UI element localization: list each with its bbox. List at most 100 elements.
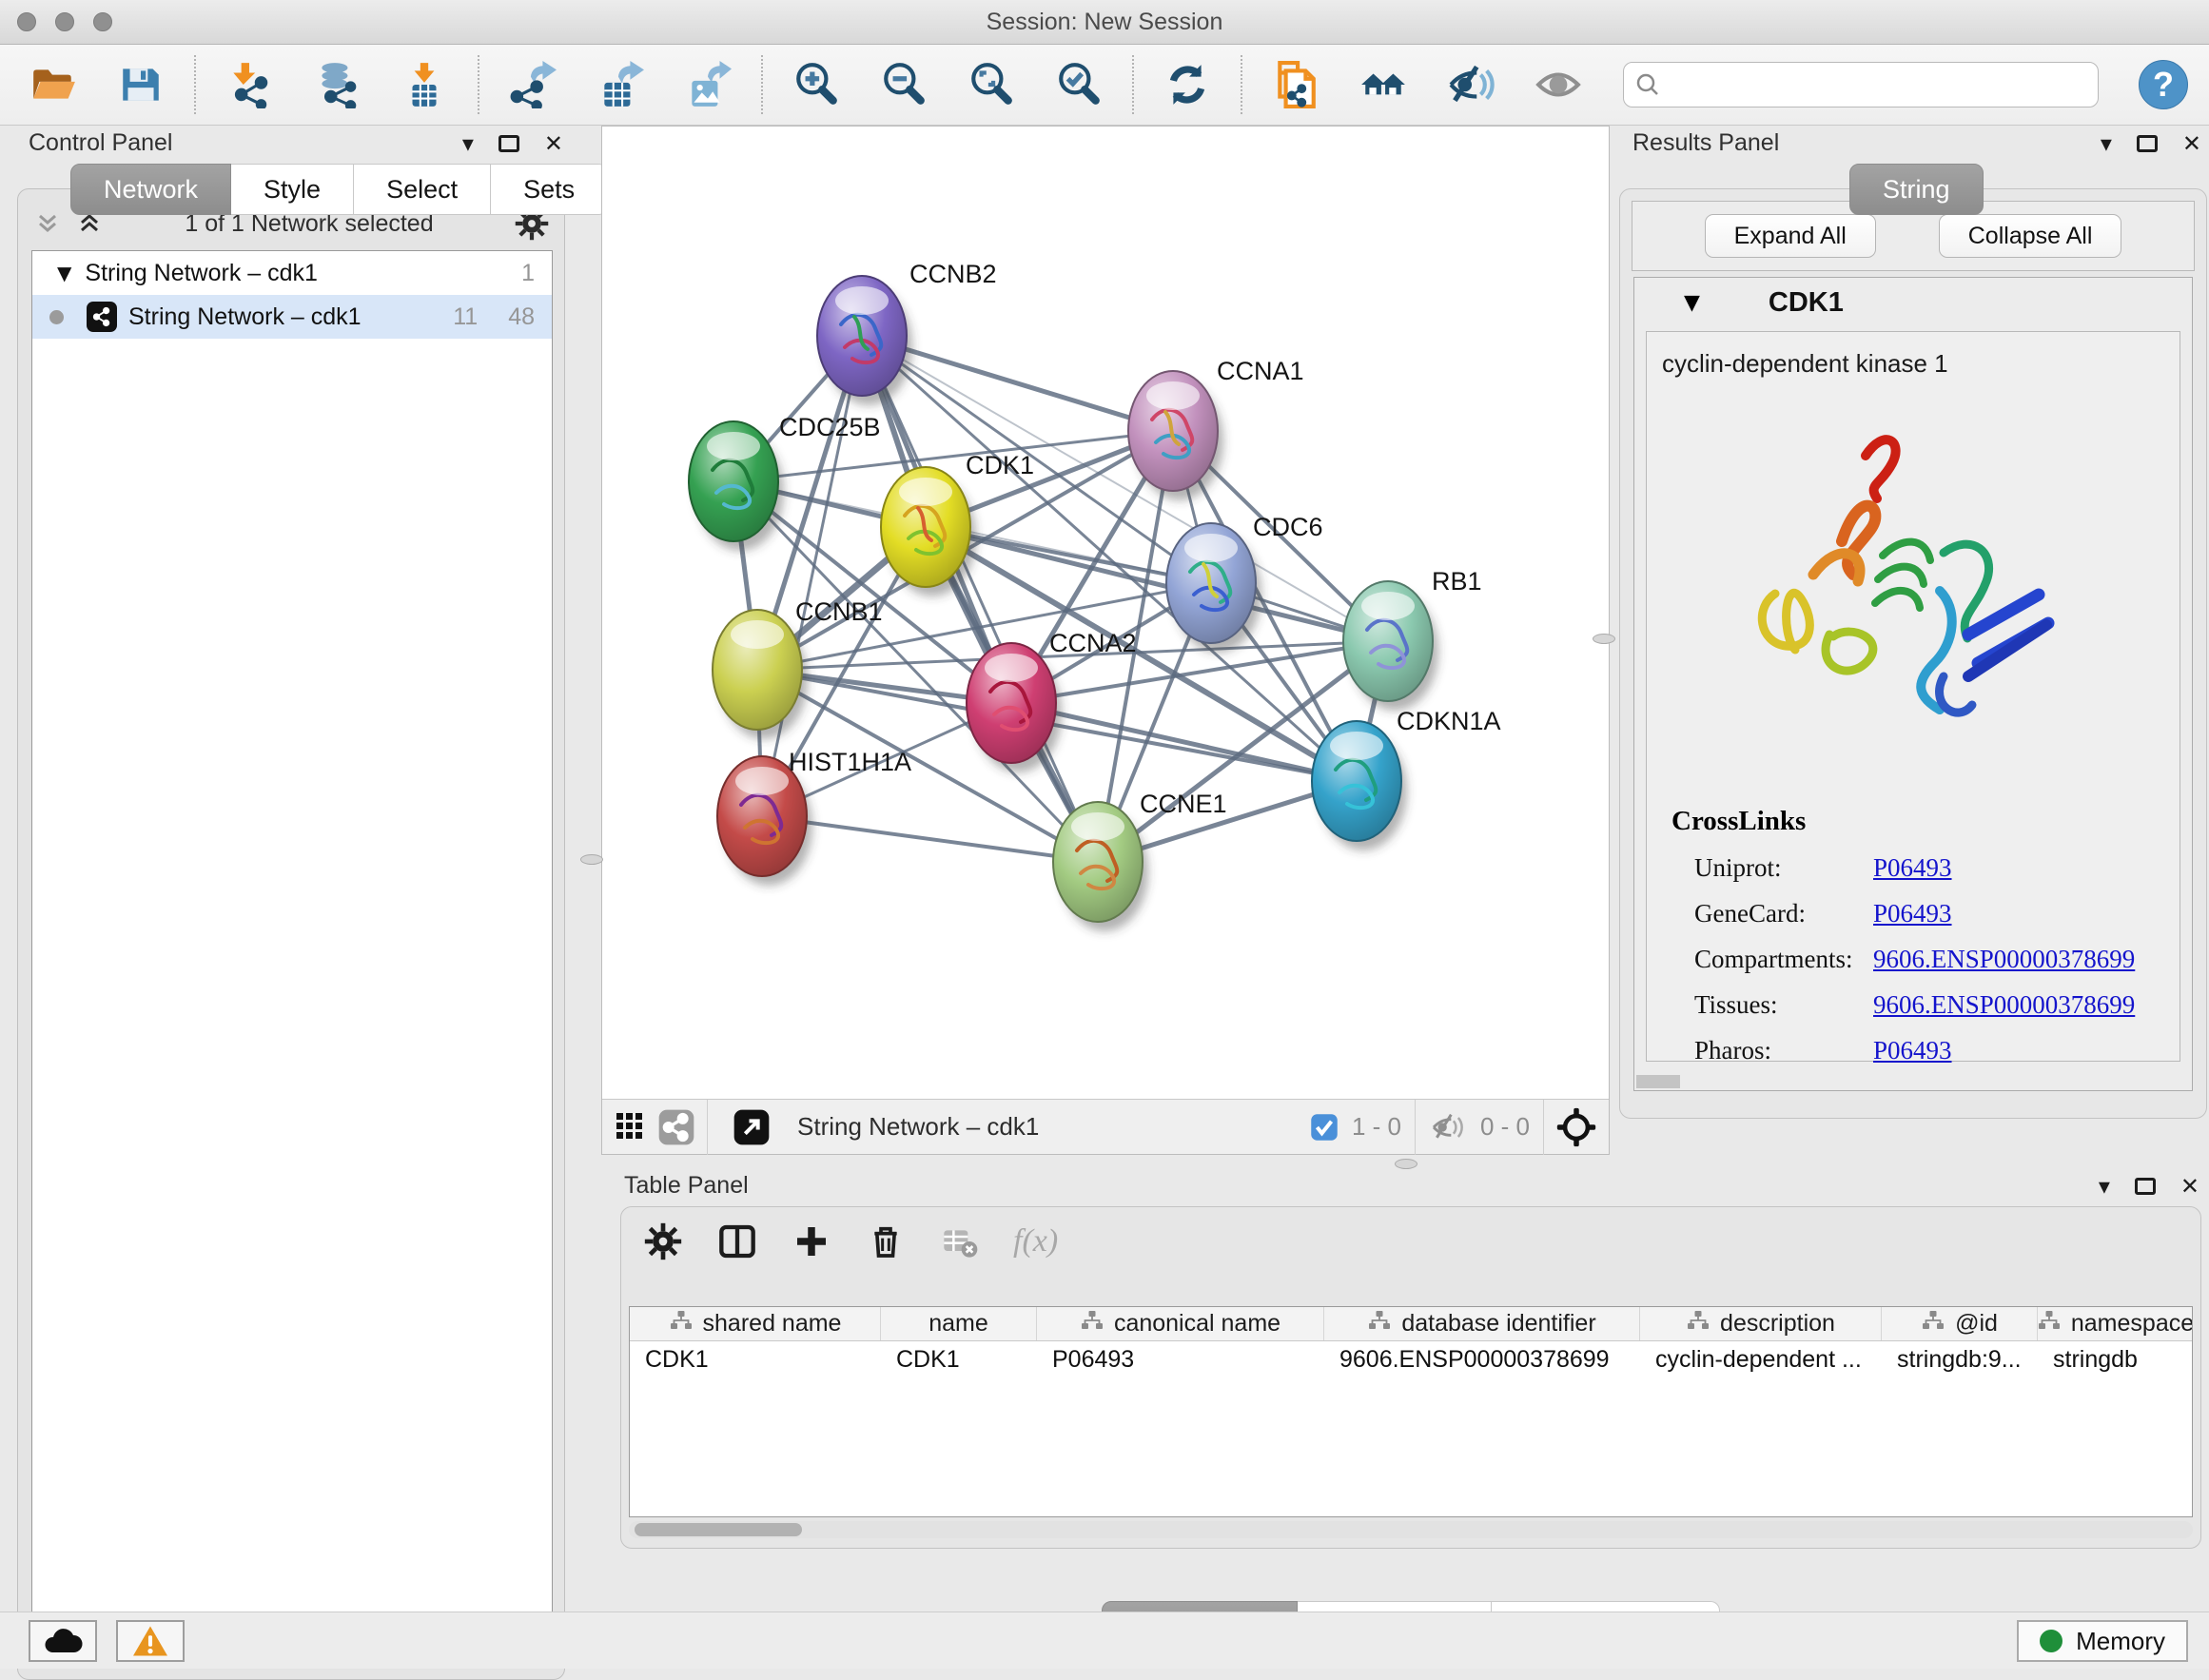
table-cell[interactable]: stringdb:9... xyxy=(1882,1346,2038,1374)
table-cell[interactable]: CDK1 xyxy=(881,1346,1037,1374)
column-header-shared-name[interactable]: shared name xyxy=(630,1307,881,1340)
tab-network[interactable]: Network xyxy=(70,164,231,215)
import-network-file-button[interactable] xyxy=(225,60,274,109)
tab-select[interactable]: Select xyxy=(354,164,491,215)
zoom-in-icon xyxy=(792,61,840,108)
zoom-fit-button[interactable] xyxy=(967,60,1016,109)
close-panel-icon[interactable]: ✕ xyxy=(2182,132,2201,155)
network-grid-view-button[interactable] xyxy=(614,1106,655,1148)
table-cell[interactable]: stringdb xyxy=(2038,1346,2193,1374)
table-row[interactable]: CDK1CDK1P064939606.ENSP00000378699cyclin… xyxy=(630,1341,2192,1377)
import-table-file-button[interactable] xyxy=(400,60,449,109)
gene-description: cyclin-dependent kinase 1 xyxy=(1662,349,2180,379)
footer-separator xyxy=(1415,1100,1416,1155)
network-collection-row[interactable]: ▼ String Network – cdk1 1 xyxy=(32,251,552,295)
gene-collapse-icon[interactable]: ▼ xyxy=(1684,291,1700,315)
results-scrollbar[interactable] xyxy=(1636,1075,1680,1088)
show-all-button[interactable] xyxy=(1534,60,1583,109)
cloud-status-button[interactable] xyxy=(29,1620,97,1662)
close-panel-icon[interactable]: ✕ xyxy=(544,132,563,155)
add-column-button[interactable] xyxy=(791,1221,832,1262)
export-network-button[interactable] xyxy=(508,60,557,109)
network-row[interactable]: String Network – cdk1 11 48 xyxy=(32,295,552,339)
houses-icon xyxy=(1359,61,1407,108)
tab-string[interactable]: String xyxy=(1849,164,1984,215)
crosslink-link[interactable]: 9606.ENSP00000378699 xyxy=(1873,945,2135,974)
table-cell[interactable]: CDK1 xyxy=(630,1346,881,1374)
zoom-out-button[interactable] xyxy=(879,60,929,109)
graph-node-RB1[interactable] xyxy=(1343,581,1438,711)
help-button[interactable]: ? xyxy=(2139,60,2188,109)
float-panel-icon[interactable] xyxy=(2137,135,2158,152)
table-cell[interactable]: P06493 xyxy=(1037,1346,1324,1374)
network-current-dot xyxy=(49,310,64,324)
column-header-canonical-name[interactable]: canonical name xyxy=(1037,1307,1324,1340)
table-cell[interactable]: 9606.ENSP00000378699 xyxy=(1324,1346,1640,1374)
save-session-button[interactable] xyxy=(116,60,166,109)
close-panel-icon[interactable]: ✕ xyxy=(2180,1175,2199,1198)
hide-selected-button[interactable] xyxy=(1446,60,1495,109)
table-panel: Table Panel ▾ ✕ xyxy=(605,1162,2209,1612)
crosslink-link[interactable]: P06493 xyxy=(1873,1036,1952,1065)
tab-style[interactable]: Style xyxy=(231,164,354,215)
column-header-name[interactable]: name xyxy=(881,1307,1037,1340)
detach-view-button[interactable] xyxy=(731,1106,772,1148)
expand-all-button[interactable]: Expand All xyxy=(1705,214,1876,258)
selected-checkbox-icon[interactable] xyxy=(1310,1113,1339,1142)
network-canvas[interactable]: CCNB2CCNA1CDC25BCDK1CDC6RB1CCNB1CCNA2CDK… xyxy=(602,127,1609,1099)
float-panel-icon[interactable] xyxy=(498,135,519,152)
node-table[interactable]: shared namenamecanonical namedatabase id… xyxy=(629,1306,2193,1517)
zoom-selected-button[interactable] xyxy=(1054,60,1104,109)
scrollbar-thumb[interactable] xyxy=(635,1523,802,1536)
home-button[interactable] xyxy=(1359,60,1408,109)
right-splitter-handle[interactable] xyxy=(1593,634,1615,644)
zoom-fit-icon xyxy=(968,61,1015,108)
table-settings-button[interactable] xyxy=(642,1221,684,1262)
collapse-all-button[interactable]: Collapse All xyxy=(1939,214,2122,258)
memory-button[interactable]: Memory xyxy=(2017,1620,2188,1662)
search-input[interactable] xyxy=(1660,71,2079,98)
tab-sets[interactable]: Sets xyxy=(491,164,608,215)
table-cell[interactable]: cyclin-dependent ... xyxy=(1640,1346,1882,1374)
collection-label: String Network – cdk1 xyxy=(85,260,318,287)
crosslink-link[interactable]: P06493 xyxy=(1873,899,1952,928)
crosslink-row: Pharos:P06493 xyxy=(1671,1036,2135,1065)
crosslink-link[interactable]: 9606.ENSP00000378699 xyxy=(1873,990,2135,1020)
export-table-button[interactable] xyxy=(596,60,645,109)
search-box[interactable] xyxy=(1623,62,2099,107)
graph-node-CDC6[interactable] xyxy=(1166,523,1261,653)
graph-node-CCNA2[interactable] xyxy=(967,643,1062,772)
graph-node-CCNB1[interactable] xyxy=(713,610,808,739)
graph-node-CDKN1A[interactable] xyxy=(1312,721,1407,850)
column-header--id[interactable]: @id xyxy=(1882,1307,2038,1340)
title-bar: Session: New Session xyxy=(0,0,2209,45)
export-image-button[interactable] xyxy=(683,60,733,109)
import-network-database-button[interactable] xyxy=(312,60,362,109)
graph-node-CCNB2[interactable] xyxy=(817,276,912,405)
column-header-description[interactable]: description xyxy=(1640,1307,1882,1340)
collapse-panel-icon[interactable]: ▾ xyxy=(2099,1175,2110,1198)
crosslink-link[interactable]: P06493 xyxy=(1873,853,1952,883)
apply-layout-button[interactable] xyxy=(1163,60,1212,109)
warnings-button[interactable] xyxy=(116,1620,185,1662)
float-panel-icon[interactable] xyxy=(2135,1178,2156,1195)
graph-node-CCNE1[interactable] xyxy=(1053,802,1148,931)
share-file-button[interactable] xyxy=(1271,60,1320,109)
table-horizontal-scrollbar[interactable] xyxy=(629,1521,2193,1538)
database-icon xyxy=(313,61,361,108)
delete-column-button[interactable] xyxy=(865,1221,907,1262)
collection-expand-icon[interactable]: ▼ xyxy=(57,262,71,284)
collapse-panel-icon[interactable]: ▾ xyxy=(462,132,474,155)
birdseye-toggle-button[interactable] xyxy=(1555,1106,1597,1148)
collapse-panel-icon[interactable]: ▾ xyxy=(2101,132,2112,155)
zoom-in-button[interactable] xyxy=(792,60,841,109)
show-columns-button[interactable] xyxy=(716,1221,758,1262)
open-session-button[interactable] xyxy=(29,60,78,109)
column-header-database-identifier[interactable]: database identifier xyxy=(1324,1307,1640,1340)
horizontal-splitter-handle[interactable] xyxy=(1395,1159,1417,1169)
collapse-all-icon[interactable] xyxy=(33,209,62,238)
left-splitter-handle[interactable] xyxy=(580,854,603,865)
column-header-namespace[interactable]: namespace xyxy=(2038,1307,2193,1340)
zoom-out-icon xyxy=(880,61,928,108)
network-share-view-button[interactable] xyxy=(655,1106,697,1148)
